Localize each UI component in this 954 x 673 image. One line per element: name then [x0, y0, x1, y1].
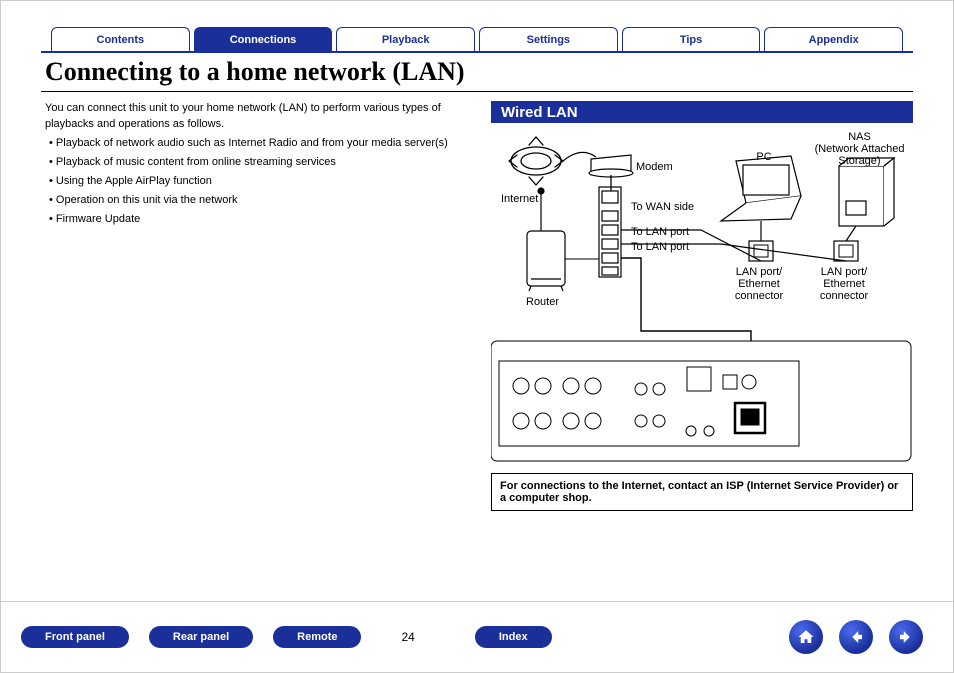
- tab-underline: [41, 51, 913, 53]
- diagram-label-router: Router: [526, 296, 559, 308]
- arrow-left-icon[interactable]: [839, 620, 873, 654]
- btn-rear-panel[interactable]: Rear panel: [149, 626, 253, 648]
- diagram-label-lan1: To LAN port: [631, 226, 689, 238]
- bullet-item: • Firmware Update: [45, 211, 465, 228]
- tab-playback[interactable]: Playback: [336, 27, 475, 51]
- tab-connections[interactable]: Connections: [194, 27, 333, 51]
- diagram-label-wan: To WAN side: [631, 201, 694, 213]
- intro-text: You can connect this unit to your home n…: [45, 101, 465, 133]
- top-tabs: Contents Connections Playback Settings T…: [51, 27, 903, 51]
- bullet-item: • Playback of music content from online …: [45, 154, 465, 171]
- diagram-label-lan2: To LAN port: [631, 241, 689, 253]
- btn-front-panel[interactable]: Front panel: [21, 626, 129, 648]
- bullet-item: • Operation on this unit via the network: [45, 192, 465, 209]
- diagram-label-modem: Modem: [636, 161, 673, 173]
- bullet-item: • Using the Apple AirPlay function: [45, 173, 465, 190]
- tab-tips[interactable]: Tips: [622, 27, 761, 51]
- title-underline: [41, 91, 913, 92]
- tab-appendix[interactable]: Appendix: [764, 27, 903, 51]
- tab-settings[interactable]: Settings: [479, 27, 618, 51]
- diagram-label-pc: PC: [749, 151, 779, 163]
- bullet-list: • Playback of network audio such as Inte…: [45, 135, 465, 230]
- btn-remote[interactable]: Remote: [273, 626, 361, 648]
- arrow-right-icon[interactable]: [889, 620, 923, 654]
- diagram-label-pc-port: LAN port/ Ethernet connector: [719, 266, 799, 302]
- btn-index[interactable]: Index: [475, 626, 552, 648]
- bullet-item: • Playback of network audio such as Inte…: [45, 135, 465, 152]
- home-icon[interactable]: [789, 620, 823, 654]
- section-header-wired-lan: Wired LAN: [491, 101, 913, 123]
- tab-contents[interactable]: Contents: [51, 27, 190, 51]
- page-number: 24: [401, 630, 414, 644]
- note-box: For connections to the Internet, contact…: [491, 473, 913, 511]
- page-title: Connecting to a home network (LAN): [45, 57, 465, 87]
- diagram-label-nas: NAS (Network Attached Storage): [807, 131, 912, 167]
- bottom-bar: Front panel Rear panel Remote 24 Index: [1, 601, 953, 672]
- diagram-label-internet: Internet: [501, 193, 538, 205]
- wired-lan-diagram: Internet Modem Router To WAN side To LAN…: [491, 131, 921, 466]
- diagram-label-nas-port: LAN port/ Ethernet connector: [804, 266, 884, 302]
